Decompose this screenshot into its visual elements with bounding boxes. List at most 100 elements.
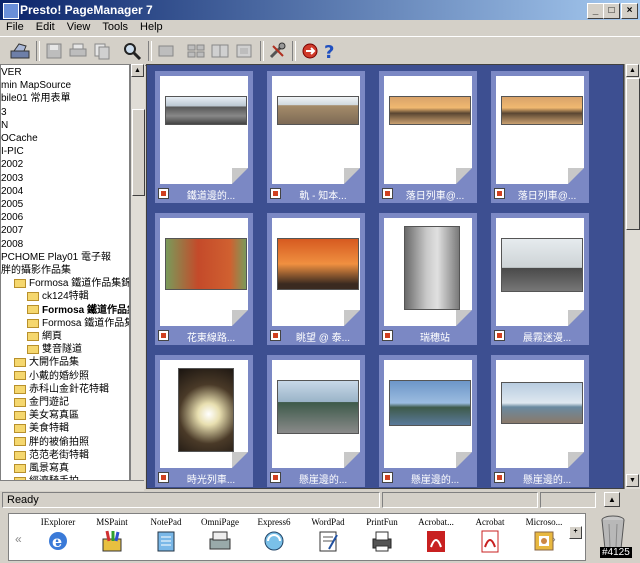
tree-item[interactable]: 胖的攝影作品集 xyxy=(1,264,71,277)
tree-item[interactable]: 美女寫真區 xyxy=(14,409,79,422)
launcher-item[interactable]: Acrobat... xyxy=(409,514,463,560)
launcher-prev-icon[interactable]: « xyxy=(15,532,22,546)
tree-item-label: ck124特輯 xyxy=(42,291,89,303)
tree-item-label: I-PIC xyxy=(1,146,24,158)
tree-item[interactable]: 美食特輯 xyxy=(14,422,69,435)
menu-view[interactable]: View xyxy=(61,20,97,33)
thumbnail-card[interactable]: 瑞穗站 xyxy=(379,213,477,345)
tree-item[interactable]: 金門遊記 xyxy=(14,396,69,409)
launcher-item[interactable]: IExplorer e xyxy=(31,514,85,560)
tree-item[interactable]: OCache xyxy=(1,132,38,145)
image-file-icon xyxy=(382,188,393,199)
tree-item[interactable]: Formosa 鐵道作品集錦 xyxy=(14,277,129,290)
tree-item[interactable]: 2006 xyxy=(1,211,23,224)
launcher-item[interactable]: Microso... xyxy=(517,514,571,560)
grid-scroll-down[interactable]: ▼ xyxy=(626,474,639,487)
thumbnail-card[interactable]: 時光列車... xyxy=(155,355,253,487)
tree-item[interactable]: 小戴的婚紗照 xyxy=(14,370,89,383)
tree-item[interactable]: ck124特輯 xyxy=(27,290,89,303)
tools-icon xyxy=(269,42,286,59)
launcher-item[interactable]: MSPaint xyxy=(85,514,139,560)
thumbnail-card[interactable]: 軌 - 知本... xyxy=(267,71,365,203)
tree-item[interactable]: 2002 xyxy=(1,158,23,171)
tree-vertical-scrollbar[interactable]: ▲ xyxy=(130,64,145,489)
grid-scroll-thumb[interactable] xyxy=(626,78,640,230)
tree-item[interactable]: 2005 xyxy=(1,198,23,211)
thumbnail-page xyxy=(384,76,472,184)
tree-item[interactable]: 范范老街特輯 xyxy=(14,449,89,462)
tree-item[interactable]: min MapSource xyxy=(1,79,71,92)
thumbnail-card[interactable]: 晨霧迷漫... xyxy=(491,213,589,345)
tree-item[interactable]: 2004 xyxy=(1,185,23,198)
tree-item[interactable]: I-PIC xyxy=(1,145,24,158)
folder-icon xyxy=(27,292,39,302)
find-button[interactable] xyxy=(120,40,144,62)
tree-item-label: 2002 xyxy=(1,159,24,171)
tree-item[interactable]: bile01 常用表單 xyxy=(1,92,70,105)
tree-item[interactable]: N xyxy=(1,119,8,132)
folder-icon xyxy=(14,358,26,368)
tree-item[interactable]: 風景寫真 xyxy=(14,462,69,475)
maximize-button[interactable]: □ xyxy=(603,3,620,19)
thumbnail-photo xyxy=(501,238,583,292)
grid-vertical-scrollbar[interactable]: ▲ ▼ xyxy=(624,64,640,489)
thumbnail-card[interactable]: 鐵道邊的... xyxy=(155,71,253,203)
tree-scroll-thumb[interactable] xyxy=(132,109,145,196)
copy-button[interactable] xyxy=(90,40,114,62)
tree-item[interactable]: 赤科山金針花特輯 xyxy=(14,383,109,396)
tree-item[interactable]: 2007 xyxy=(1,224,23,237)
tree-item[interactable]: 雙音隧道 xyxy=(27,343,82,356)
thumbnail-card[interactable]: 懸崖邊的... xyxy=(267,355,365,487)
split-button[interactable] xyxy=(208,40,232,62)
menu-file[interactable]: File xyxy=(0,20,30,33)
tree-item[interactable]: Formosa 鐵道作品集錦( xyxy=(27,304,129,317)
menu-tools[interactable]: Tools xyxy=(96,20,134,33)
thumbnail-card[interactable]: 懸崖邊的... xyxy=(491,355,589,487)
launcher-item[interactable]: Express6 xyxy=(247,514,301,560)
thumbnail-card[interactable]: 懸崖邊的... xyxy=(379,355,477,487)
tree-item[interactable]: 2008 xyxy=(1,238,23,251)
copy-icon xyxy=(94,43,110,60)
tree-item[interactable]: 網頁 xyxy=(27,330,62,343)
launcher-item[interactable]: Acrobat xyxy=(463,514,517,560)
scan-button[interactable] xyxy=(8,40,32,62)
tree-item[interactable]: VER xyxy=(1,66,22,79)
grid-scroll-up[interactable]: ▲ xyxy=(626,64,639,77)
menu-help[interactable]: Help xyxy=(134,20,169,33)
close-button[interactable]: × xyxy=(621,3,638,19)
tree-item-label: 胖的攝影作品集 xyxy=(1,265,71,276)
menu-edit[interactable]: Edit xyxy=(30,20,61,33)
tree-item[interactable]: 大開作品集 xyxy=(14,356,79,369)
app-icon[interactable] xyxy=(3,3,19,19)
tools-button[interactable] xyxy=(266,40,290,62)
thumbnail-grid[interactable]: 鐵道邊的... 軌 - 知本... 落日列車@... 落日列車@... 花東線路... 眺… xyxy=(146,64,624,489)
tree-item[interactable]: 胖的被偷拍照 xyxy=(14,436,89,449)
launcher-item[interactable]: WordPad xyxy=(301,514,355,560)
thumbnail-card[interactable]: 落日列車@... xyxy=(379,71,477,203)
thumbnail-card[interactable]: 花東線路... xyxy=(155,213,253,345)
tree-item[interactable]: PCHOME Play01 電子報 xyxy=(1,251,111,264)
folder-icon xyxy=(14,411,26,421)
launcher-item[interactable]: NotePad xyxy=(139,514,193,560)
tree-item[interactable]: 3 xyxy=(1,106,7,119)
launcher-item[interactable]: PrintFun xyxy=(355,514,409,560)
tree-item-label: 2006 xyxy=(1,212,24,224)
help-button[interactable]: ? xyxy=(318,40,342,62)
thumbnail-card[interactable]: 落日列車@... xyxy=(491,71,589,203)
thumbnail-page xyxy=(272,76,360,184)
save-button[interactable] xyxy=(42,40,66,62)
print-button[interactable] xyxy=(66,40,90,62)
minimize-button[interactable]: _ xyxy=(587,3,604,19)
launcher-collapse-button[interactable]: ▲ xyxy=(604,492,620,507)
tree-item[interactable]: 2003 xyxy=(1,172,23,185)
thumbnail-page xyxy=(160,360,248,468)
combine-button[interactable] xyxy=(232,40,256,62)
folder-tree[interactable]: VER min MapSource bile01 常用表單 3 N OCache I-PIC… xyxy=(0,64,130,489)
stack-button[interactable] xyxy=(154,40,178,62)
folder-icon xyxy=(27,331,39,341)
tree-item[interactable]: Formosa 鐵道作品集錦(2) xyxy=(27,317,129,330)
launcher-item[interactable]: OmniPage xyxy=(193,514,247,560)
thumbnail-card[interactable]: 眺望 @ 泰... xyxy=(267,213,365,345)
grid-button[interactable] xyxy=(184,40,208,62)
tree-scroll-up[interactable]: ▲ xyxy=(131,64,144,77)
